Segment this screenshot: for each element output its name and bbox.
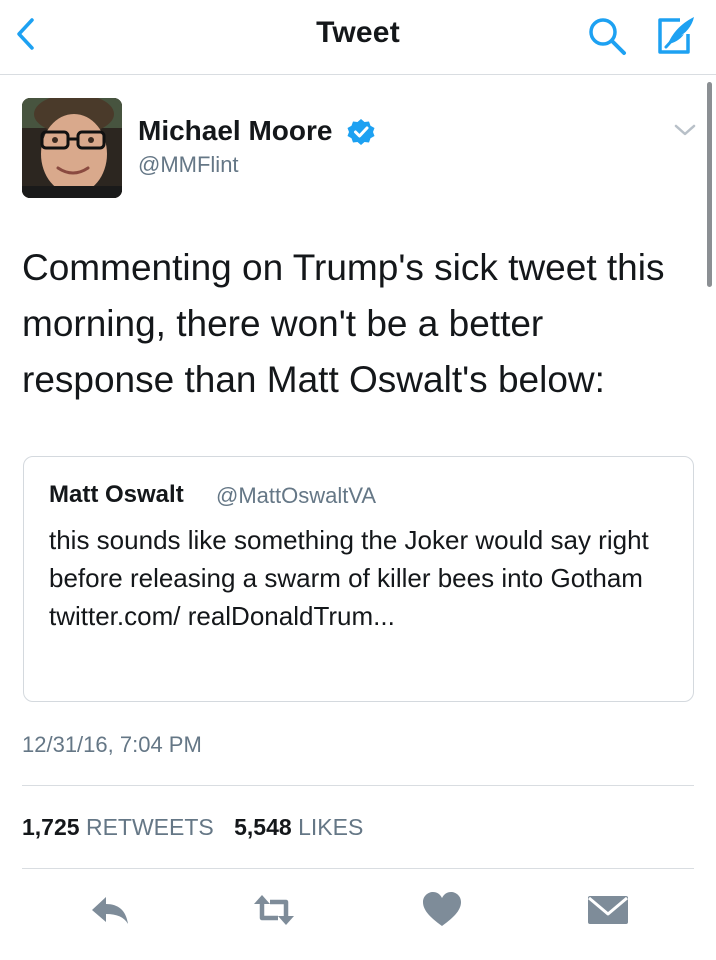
- timestamp: 12/31/16, 7:04 PM: [22, 732, 202, 757]
- direct-message-icon[interactable]: [584, 888, 632, 932]
- divider: [22, 785, 694, 786]
- tweet-stats: 1,725 RETWEETS 5,548 LIKES: [22, 814, 377, 841]
- reply-icon[interactable]: [88, 888, 136, 932]
- author-name[interactable]: Michael Moore: [138, 115, 332, 147]
- divider: [22, 868, 694, 869]
- search-icon[interactable]: [585, 14, 629, 58]
- nav-bar: Tweet: [0, 0, 716, 75]
- scrollbar[interactable]: [707, 82, 712, 287]
- tweet-text: Commenting on Trump's sick tweet this mo…: [22, 247, 665, 400]
- avatar[interactable]: [22, 98, 122, 198]
- chevron-down-icon[interactable]: [670, 118, 700, 142]
- like-icon[interactable]: [418, 888, 466, 932]
- verified-badge-icon: [346, 117, 376, 147]
- compose-icon[interactable]: [650, 12, 698, 60]
- quoted-author-handle: @MattOswaltVA: [216, 483, 377, 508]
- quoted-tweet-text: this sounds like something the Joker wou…: [49, 525, 649, 631]
- author-handle[interactable]: @MMFlint: [138, 152, 239, 178]
- like-count[interactable]: 5,548: [234, 814, 292, 840]
- like-label[interactable]: LIKES: [298, 814, 363, 840]
- retweet-icon[interactable]: [250, 888, 298, 932]
- retweet-count[interactable]: 1,725: [22, 814, 80, 840]
- quoted-author-name: Matt Oswalt: [49, 481, 184, 508]
- quoted-tweet-card[interactable]: Matt Oswalt @MattOswaltVA this sounds li…: [23, 456, 694, 702]
- retweet-label[interactable]: RETWEETS: [86, 814, 214, 840]
